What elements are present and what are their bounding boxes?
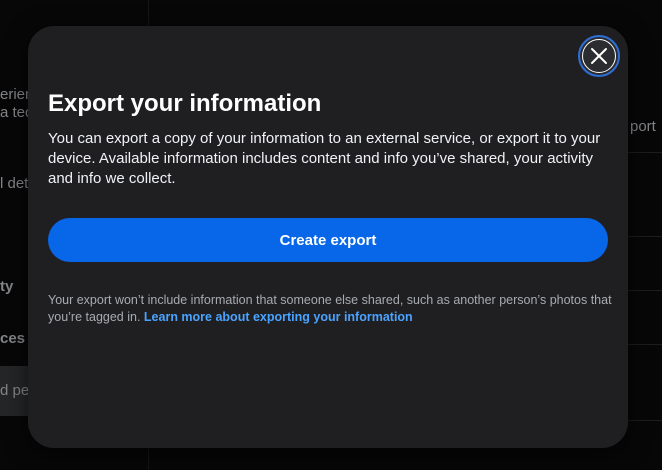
learn-more-link[interactable]: Learn more about exporting your informat… (144, 310, 413, 324)
close-button[interactable] (578, 35, 620, 77)
export-note: Your export won’t include information th… (48, 292, 613, 326)
dialog-title: Export your information (48, 90, 322, 117)
dialog-description: You can export a copy of your informatio… (48, 130, 601, 187)
create-export-button[interactable]: Create export (48, 218, 608, 262)
close-icon (591, 48, 607, 64)
